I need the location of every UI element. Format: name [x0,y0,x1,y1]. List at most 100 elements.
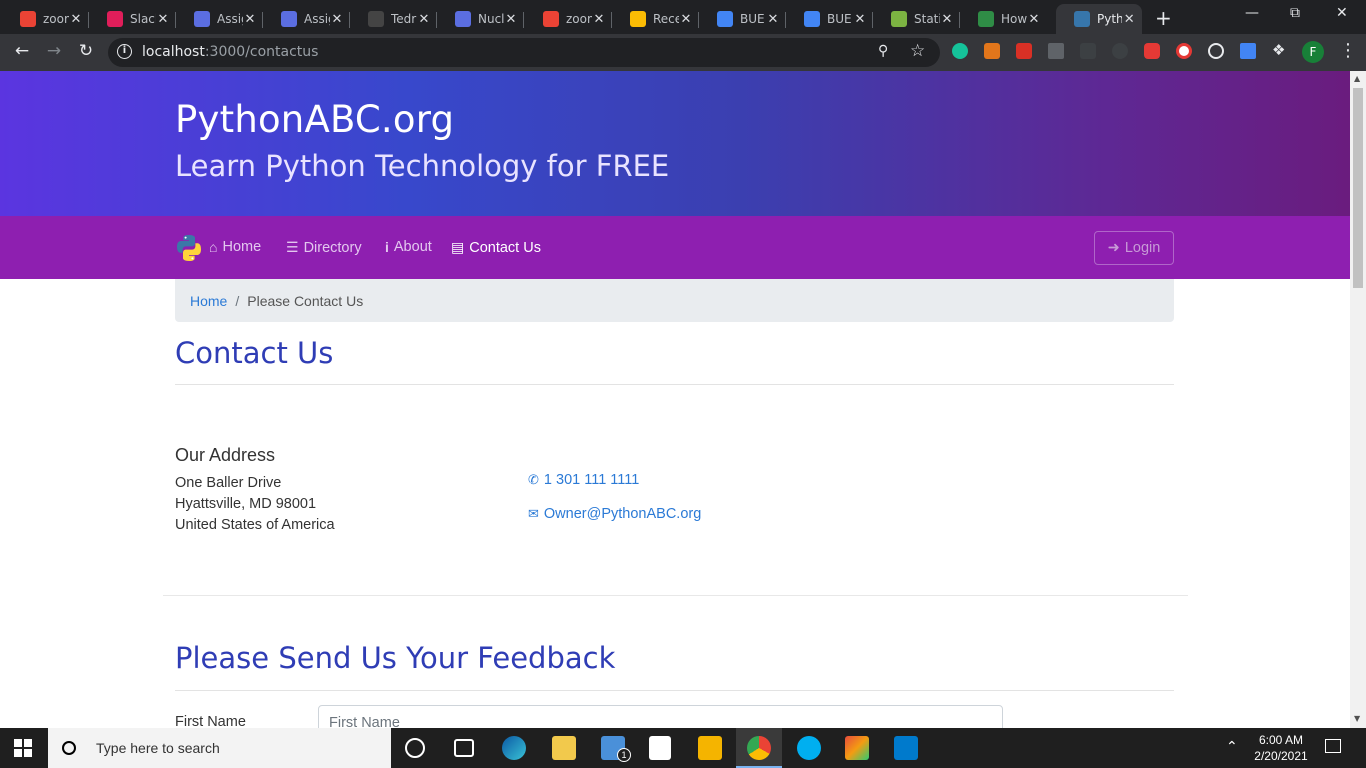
geeksforgeeks-icon [978,11,994,27]
tab-title: Assig [304,12,330,26]
forward-icon[interactable]: → [43,41,65,61]
browser-tab[interactable]: zoom✕ [2,4,89,34]
close-tab-icon[interactable]: ✕ [330,12,344,27]
tab-title: How [1001,12,1027,26]
close-tab-icon[interactable]: ✕ [940,12,954,27]
unknown-extension-icon[interactable] [1048,43,1064,59]
record-extension-icon[interactable] [1176,43,1192,59]
profile-avatar[interactable]: F [1302,41,1324,63]
search-icon [62,741,76,755]
browser-tab[interactable]: Stati ✕ [873,4,960,34]
show-hidden-icons-icon[interactable]: ⌃ [1226,739,1238,755]
tab-title: BUE [740,12,765,26]
close-tab-icon[interactable]: ✕ [417,12,431,27]
close-tab-icon[interactable]: ✕ [69,12,83,27]
minimize-icon[interactable]: — [1245,5,1259,21]
email-link[interactable]: ✉ Owner@PythonABC.org [528,506,701,522]
scrollbar-thumb[interactable] [1353,88,1363,288]
first-name-input[interactable] [318,705,1003,728]
nav-directory[interactable]: ☰ Directory [286,239,362,256]
browser-tab[interactable]: zoom✕ [525,4,612,34]
mail-badge: 1 [617,748,631,762]
login-button[interactable]: ➜ Login [1094,231,1174,265]
restore-icon[interactable]: ⧉ [1290,5,1300,21]
browser-tab[interactable]: Assig✕ [263,4,350,34]
main-nav: ⌂ Home ☰ Directory i About ▤ Contact Us … [0,216,1350,279]
breadcrumb-current: Please Contact Us [247,292,364,309]
bookmark-star-icon[interactable]: ☆ [910,41,925,61]
site-subtitle: Learn Python Technology for FREE [175,149,670,183]
close-tab-icon[interactable]: ✕ [156,12,170,27]
browser-tab[interactable]: Rece ✕ [612,4,699,34]
reload-icon[interactable]: ↻ [75,41,97,61]
browser-tab[interactable]: BUE ✕ [699,4,786,34]
scroll-down-icon[interactable]: ▼ [1354,714,1360,723]
breadcrumb-home-link[interactable]: Home [190,293,227,309]
python-logo-icon[interactable] [175,234,203,262]
task-view-icon[interactable] [454,739,474,757]
close-tab-icon[interactable]: ✕ [504,12,518,27]
extension-icon[interactable] [1240,43,1256,59]
browser-tab[interactable]: Assig✕ [176,4,263,34]
back-icon[interactable]: ← [11,41,33,61]
store-icon[interactable] [649,736,671,760]
address-line-3: United States of America [175,517,335,533]
gitkraken-icon[interactable] [845,736,869,760]
tab-title: Nucl [478,12,504,26]
close-tab-icon[interactable]: ✕ [1027,12,1041,27]
media-player-icon[interactable] [698,736,722,760]
url-text[interactable]: localhost:3000/contactus [142,44,318,60]
assignment-icon [194,11,210,27]
extension-icon[interactable] [1080,43,1096,59]
browser-tab[interactable]: Nucl ✕ [437,4,524,34]
sign-in-icon: ➜ [1107,240,1120,256]
target-extension-icon[interactable] [1208,43,1224,59]
tab-separator [523,12,524,28]
browser-tab[interactable]: Tedr ✕ [350,4,437,34]
page-scrollbar[interactable]: ▲ ▼ [1350,71,1366,728]
browser-tab[interactable]: BUE ✕ [786,4,873,34]
divider [175,384,1174,385]
browser-tab[interactable]: How ✕ [960,4,1047,34]
cortana-icon[interactable] [405,738,425,758]
close-window-icon[interactable]: ✕ [1336,5,1348,21]
nav-home[interactable]: ⌂ Home [209,239,261,255]
chrome-icon[interactable] [747,736,771,760]
extensions-puzzle-icon[interactable]: ❖ [1272,41,1288,59]
assignment-icon [455,11,471,27]
grammarly-extension-icon[interactable] [952,43,968,59]
close-tab-icon[interactable]: ✕ [853,12,867,27]
browser-tab[interactable]: Pyth ✕ [1056,4,1142,34]
file-explorer-icon[interactable] [552,736,576,760]
metamask-extension-icon[interactable] [984,43,1000,59]
extension-icon[interactable] [1016,43,1032,59]
close-tab-icon[interactable]: ✕ [679,12,693,27]
assignment-icon [281,11,297,27]
close-tab-icon[interactable]: ✕ [243,12,257,27]
site-title: PythonABC.org [175,98,455,141]
taskbar-search-box[interactable]: Type here to search [48,728,391,768]
page-content: PythonABC.org Learn Python Technology fo… [0,71,1350,728]
breadcrumb: Home / Please Contact Us [175,279,1174,322]
edge-icon[interactable] [502,736,526,760]
address-bar[interactable]: i localhost:3000/contactus ⚲ ☆ [108,38,940,67]
new-tab-button[interactable]: + [1155,6,1172,30]
zoom-icon[interactable]: ⚲ [878,43,888,59]
taskbar-clock[interactable]: 6:00 AM 2/20/2021 [1250,732,1312,764]
browser-tab[interactable]: Slack✕ [89,4,176,34]
phone-link[interactable]: ✆ 1 301 111 1111 [528,472,639,488]
video-extension-icon[interactable] [1144,43,1160,59]
nav-about[interactable]: i About [385,239,432,255]
notifications-icon[interactable] [1325,739,1341,753]
skype-icon[interactable] [797,736,821,760]
windows-start-icon[interactable] [14,739,32,757]
close-tab-icon[interactable]: ✕ [1122,12,1136,27]
extension-icon[interactable] [1112,43,1128,59]
scroll-up-icon[interactable]: ▲ [1354,74,1360,83]
close-tab-icon[interactable]: ✕ [592,12,606,27]
vscode-icon[interactable] [894,736,918,760]
browser-menu-icon[interactable]: ⋮ [1339,40,1357,61]
close-tab-icon[interactable]: ✕ [766,12,780,27]
site-info-icon[interactable]: i [117,44,132,59]
nav-contact[interactable]: ▤ Contact Us [451,239,541,256]
